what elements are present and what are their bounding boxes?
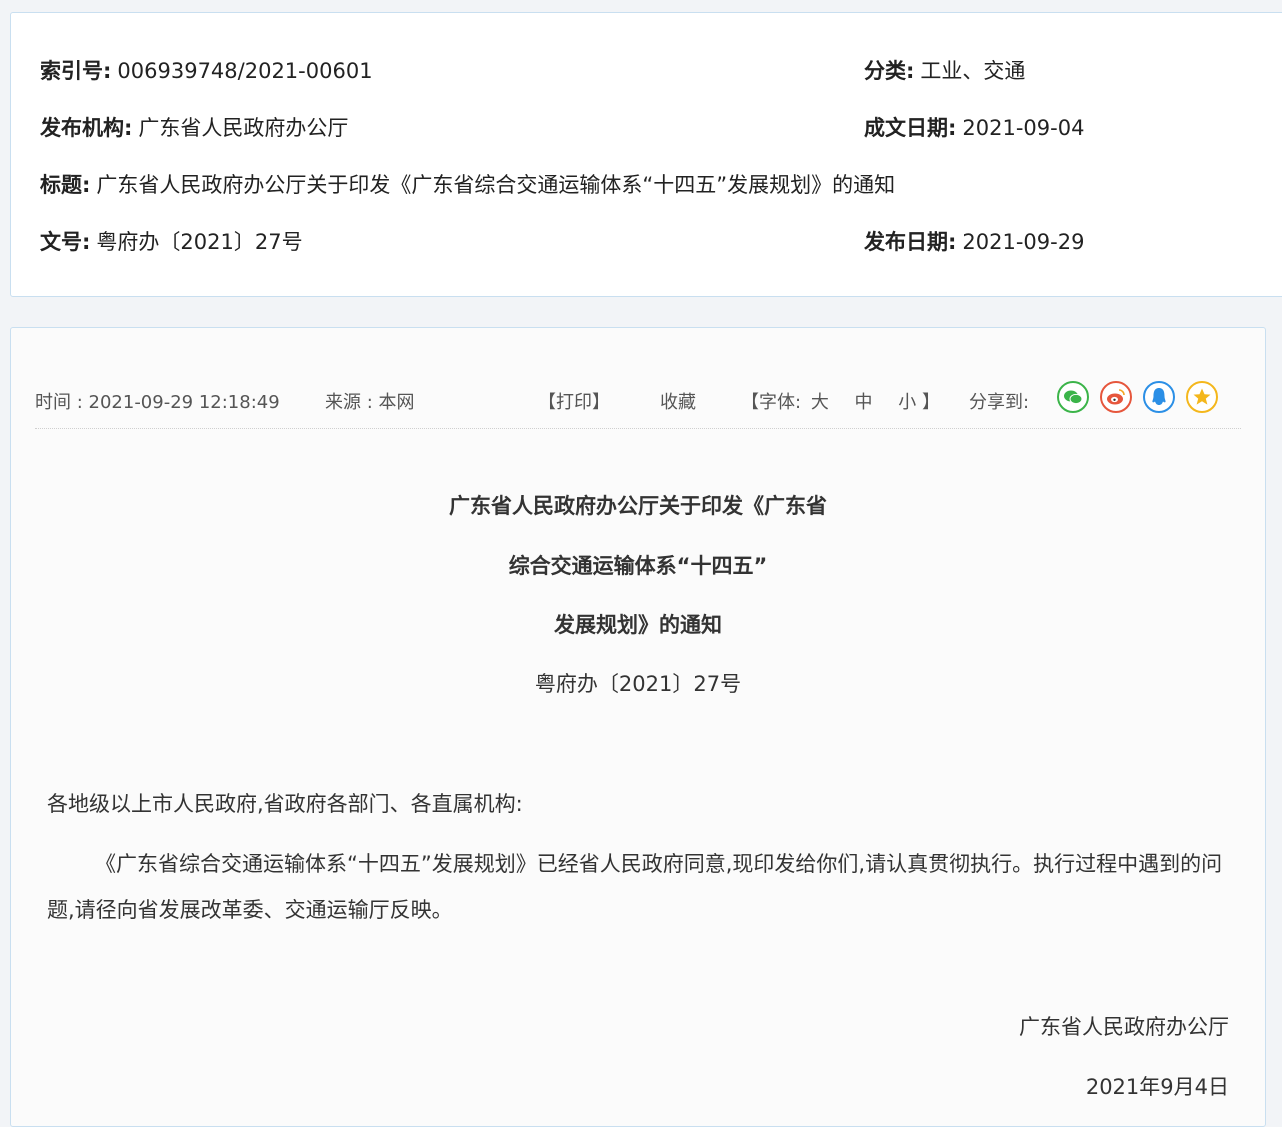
article-title-line-1: 广东省人民政府办公厅关于印发《广东省 [449, 494, 827, 518]
wechat-icon[interactable] [1057, 381, 1089, 413]
index-number-value: 006939748/2021-00601 [117, 59, 373, 83]
document-meta-panel: 索引号: 006939748/2021-00601 分类: 工业、交通 发布机构: 广… [10, 12, 1282, 297]
article-title-line-3: 发展规划》的通知 [554, 613, 722, 637]
article-info-bar: 时间 : 2021-09-29 12:18:49 来源 : 本网 【打印】 收藏… [35, 378, 1241, 429]
doc-number-value: 粤府办〔2021〕27号 [96, 230, 303, 254]
font-size-label: 【字体: [741, 392, 802, 413]
publish-date-value: 2021-09-29 [962, 230, 1085, 254]
share-label: 分享到: [969, 392, 1030, 413]
written-date-value: 2021-09-04 [962, 116, 1085, 140]
article-doc-number: 粤府办〔2021〕27号 [534, 672, 742, 696]
category-value: 工业、交通 [920, 59, 1026, 83]
font-large-button[interactable]: 大 [811, 388, 829, 414]
favorite-button[interactable]: 收藏 [660, 388, 696, 414]
qzone-icon[interactable] [1186, 381, 1218, 413]
publish-date-row: 发布日期: 2021-09-29 [864, 227, 1084, 257]
title-label: 标题: [40, 173, 91, 197]
share-icons [1057, 381, 1218, 413]
article-title-line-2: 综合交通运输体系“十四五” [508, 554, 768, 578]
doc-number-label: 文号: [40, 230, 91, 254]
article-salutation: 各地级以上市人民政府,省政府各部门、各直属机构: [47, 792, 523, 816]
publishing-org-row: 发布机构: 广东省人民政府办公厅 [40, 113, 348, 143]
written-date-row: 成文日期: 2021-09-04 [864, 113, 1084, 143]
qq-icon[interactable] [1143, 381, 1175, 413]
doc-number-row: 文号: 粤府办〔2021〕27号 [40, 227, 303, 257]
font-size-close: 】 [922, 392, 941, 413]
title-row: 标题: 广东省人民政府办公厅关于印发《广东省综合交通运输体系“十四五”发展规划》的… [40, 170, 895, 200]
title-value: 广东省人民政府办公厅关于印发《广东省综合交通运输体系“十四五”发展规划》的通知 [96, 173, 896, 197]
category-row: 分类: 工业、交通 [864, 56, 1025, 86]
weibo-icon[interactable] [1100, 381, 1132, 413]
written-date-label: 成文日期: [864, 116, 957, 140]
category-label: 分类: [864, 59, 915, 83]
font-medium-button[interactable]: 中 [855, 388, 873, 414]
index-number-row: 索引号: 006939748/2021-00601 [40, 56, 373, 86]
article-panel: 时间 : 2021-09-29 12:18:49 来源 : 本网 【打印】 收藏… [10, 327, 1266, 1127]
publishing-org-value: 广东省人民政府办公厅 [138, 116, 349, 140]
font-small-button[interactable]: 小 [898, 388, 916, 414]
index-number-label: 索引号: [40, 59, 112, 83]
publish-time: 时间 : 2021-09-29 12:18:49 [35, 392, 280, 413]
article-signer: 广东省人民政府办公厅 [1019, 1015, 1229, 1039]
article-sign-date: 2021年9月4日 [1085, 1075, 1229, 1099]
publish-date-label: 发布日期: [864, 230, 957, 254]
source: 来源 : 本网 [325, 392, 415, 413]
publishing-org-label: 发布机构: [40, 116, 133, 140]
print-button[interactable]: 【打印】 [538, 388, 610, 414]
font-size-control: 【字体: 大 中 小 】 [741, 388, 940, 414]
article-body: 《广东省综合交通运输体系“十四五”发展规划》已经省人民政府同意,现印发给你们,请… [47, 852, 1223, 922]
